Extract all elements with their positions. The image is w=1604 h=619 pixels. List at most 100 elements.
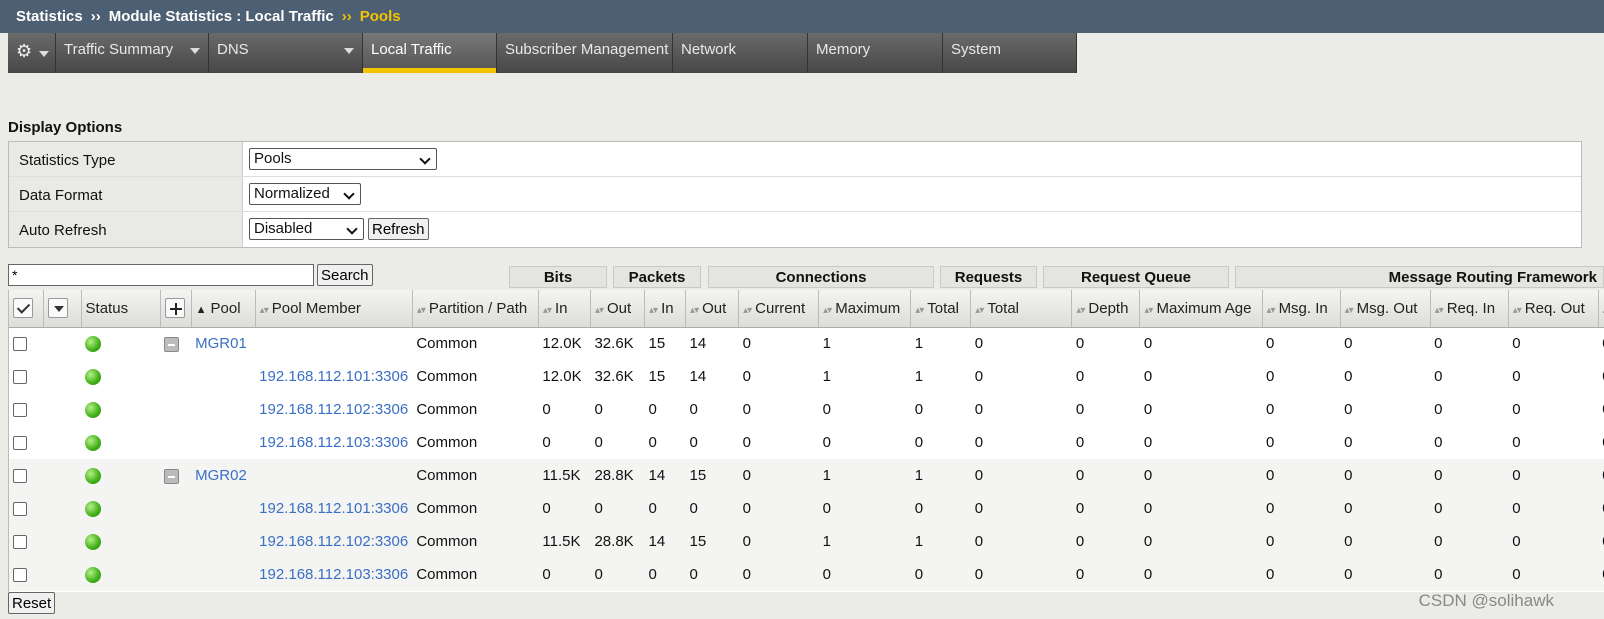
column-bits-out[interactable]: ▴▾ Out <box>590 290 646 328</box>
row-checkbox[interactable] <box>13 502 27 517</box>
bits-out-cell: 28.8K <box>590 459 645 492</box>
breadcrumb-item-module-statistics[interactable]: Module Statistics : Local Traffic <box>109 8 334 25</box>
search-button[interactable]: Search <box>317 264 373 286</box>
packets-in-column-label: In <box>661 299 674 317</box>
column-queue-maximum-age[interactable]: ▴▾ Maximum Age <box>1139 290 1263 328</box>
req-in-cell: 0 <box>1434 401 1443 418</box>
column-bits-in[interactable]: ▴▾ In <box>538 290 591 328</box>
packets-out-cell: 0 <box>685 492 739 525</box>
statistics-type-select[interactable]: Pools <box>249 148 437 170</box>
column-connections-total[interactable]: ▴▾ Total <box>910 290 972 328</box>
column-connections-current[interactable]: ▴▾ Current <box>738 290 820 328</box>
tab-memory[interactable]: Memory <box>808 33 943 73</box>
collapse-icon[interactable] <box>164 468 180 484</box>
pool-member-link[interactable]: 192.168.112.101:3306 <box>259 500 408 517</box>
packets-in-cell: 15 <box>648 335 666 353</box>
row-checkbox[interactable] <box>13 403 27 418</box>
pool-member-link[interactable]: 192.168.112.103:3306 <box>259 434 408 451</box>
connections-total-cell: 1 <box>914 335 924 353</box>
row-checkbox[interactable] <box>13 568 27 583</box>
connections-current-cell: 0 <box>738 492 819 525</box>
packets-out-cell: 14 <box>689 368 707 385</box>
row-checkbox[interactable] <box>13 370 27 385</box>
bits-out-cell: 0 <box>590 558 645 591</box>
data-format-value: Normalized <box>254 185 330 202</box>
req-out-cell: 0 <box>1508 492 1599 525</box>
data-format-row: Data Format Normalized <box>9 177 1581 212</box>
tab-system[interactable]: System <box>943 33 1077 73</box>
tab-dns[interactable]: DNS <box>209 33 363 73</box>
req-in-column-label: Req. In <box>1446 299 1496 317</box>
queue-depth-cell: 0 <box>1071 558 1140 591</box>
column-status[interactable]: Status <box>81 290 161 328</box>
column-packets-out[interactable]: ▴▾ Out <box>685 290 740 328</box>
group-header-message-routing-framework: Message Routing Framework <box>1235 266 1604 288</box>
column-pool-member[interactable]: ▴▾ Pool Member <box>255 290 413 328</box>
select-all-checkbox[interactable] <box>13 298 33 319</box>
bits-in-cell: 11.5K <box>538 459 591 492</box>
tab-network[interactable]: Network <box>673 33 808 73</box>
row-checkbox[interactable] <box>13 469 27 484</box>
queue-depth-cell: 0 <box>1075 335 1085 353</box>
tab-subscriber-management[interactable]: Subscriber Management <box>497 33 673 73</box>
auto-refresh-select[interactable]: Disabled <box>249 218 364 240</box>
sort-ascending-icon: ▲ <box>195 303 207 316</box>
refresh-button[interactable]: Refresh <box>368 218 429 240</box>
row-checkbox[interactable] <box>13 337 27 352</box>
column-truncated[interactable]: ▴▾R <box>1598 290 1604 328</box>
packets-in-cell: 14 <box>644 525 686 558</box>
expand-all-icon[interactable] <box>164 298 185 319</box>
gear-icon[interactable]: ⚙ <box>16 41 32 62</box>
reset-button[interactable]: Reset <box>8 592 56 614</box>
column-msg-in[interactable]: ▴▾ Msg. In <box>1262 290 1341 328</box>
column-msg-out[interactable]: ▴▾ Msg. Out <box>1340 290 1431 328</box>
pool-member-link[interactable]: 192.168.112.101:3306 <box>259 368 408 385</box>
search-input[interactable] <box>8 264 314 286</box>
watermark: CSDN @solihawk <box>1418 591 1554 610</box>
column-req-in[interactable]: ▴▾ Req. In <box>1430 290 1509 328</box>
bits-out-cell: 0 <box>594 434 603 451</box>
truncated-cell: 0 <box>1598 492 1604 525</box>
status-available-icon <box>85 402 102 419</box>
tab-local-traffic[interactable]: Local Traffic <box>363 33 497 73</box>
queue-maximum-age-cell: 0 <box>1139 459 1263 492</box>
row-checkbox[interactable] <box>13 436 27 451</box>
partition-cell: Common <box>412 459 539 492</box>
pool-member-link[interactable]: 192.168.112.102:3306 <box>259 533 408 550</box>
status-available-icon <box>85 468 102 485</box>
settings-menu-tab[interactable]: ⚙ <box>8 33 56 73</box>
pool-link[interactable]: MGR01 <box>195 335 247 352</box>
column-connections-maximum[interactable]: ▴▾ Maximum <box>818 290 912 328</box>
column-queue-depth[interactable]: ▴▾ Depth <box>1071 290 1141 328</box>
table-header-row: Status ▲ Pool ▴▾ Pool Member ▴▾ Partition /… <box>9 290 1604 328</box>
pool-member-link[interactable]: 192.168.112.103:3306 <box>259 566 408 583</box>
sort-icon: ▴▾ <box>690 304 699 316</box>
statistics-type-row: Statistics Type Pools <box>9 142 1581 177</box>
breadcrumb-item-statistics[interactable]: Statistics <box>16 8 83 25</box>
pool-link[interactable]: MGR02 <box>195 467 247 484</box>
bits-in-cell: 11.5K <box>538 525 591 558</box>
chevron-down-icon[interactable] <box>47 298 68 319</box>
pool-member-link[interactable]: 192.168.112.102:3306 <box>259 401 408 418</box>
data-format-select[interactable]: Normalized <box>249 183 361 205</box>
truncated-cell: 0 <box>1598 393 1604 426</box>
column-pool[interactable]: ▲ Pool <box>191 290 256 328</box>
row-checkbox[interactable] <box>13 535 27 550</box>
group-header-connections: Connections <box>708 266 934 288</box>
queue-maximum-age-cell: 0 <box>1143 368 1153 385</box>
connections-current-cell: 0 <box>742 368 751 385</box>
table-row: 192.168.112.102:3306 Common 0 0 0 0 0 0 … <box>9 393 1604 426</box>
tab-label: DNS <box>217 41 249 58</box>
packets-in-cell: 0 <box>644 492 686 525</box>
status-column-label: Status <box>85 299 129 317</box>
column-packets-in[interactable]: ▴▾ In <box>644 290 687 328</box>
table-row: MGR01 Common 12.0K 32.6K 15 14 0 1 1 0 0… <box>9 327 1604 360</box>
column-requests-total[interactable]: ▴▾ Total <box>970 290 1073 328</box>
column-req-out[interactable]: ▴▾ Req. Out <box>1508 290 1599 328</box>
column-partition[interactable]: ▴▾ Partition / Path <box>412 290 539 328</box>
breadcrumb: Statistics ›› Module Statistics : Local … <box>0 0 1604 33</box>
packets-out-cell: 14 <box>689 335 707 353</box>
collapse-icon[interactable] <box>164 336 180 352</box>
tab-traffic-summary[interactable]: Traffic Summary <box>56 33 209 73</box>
pool-column-label: Pool <box>210 299 241 317</box>
